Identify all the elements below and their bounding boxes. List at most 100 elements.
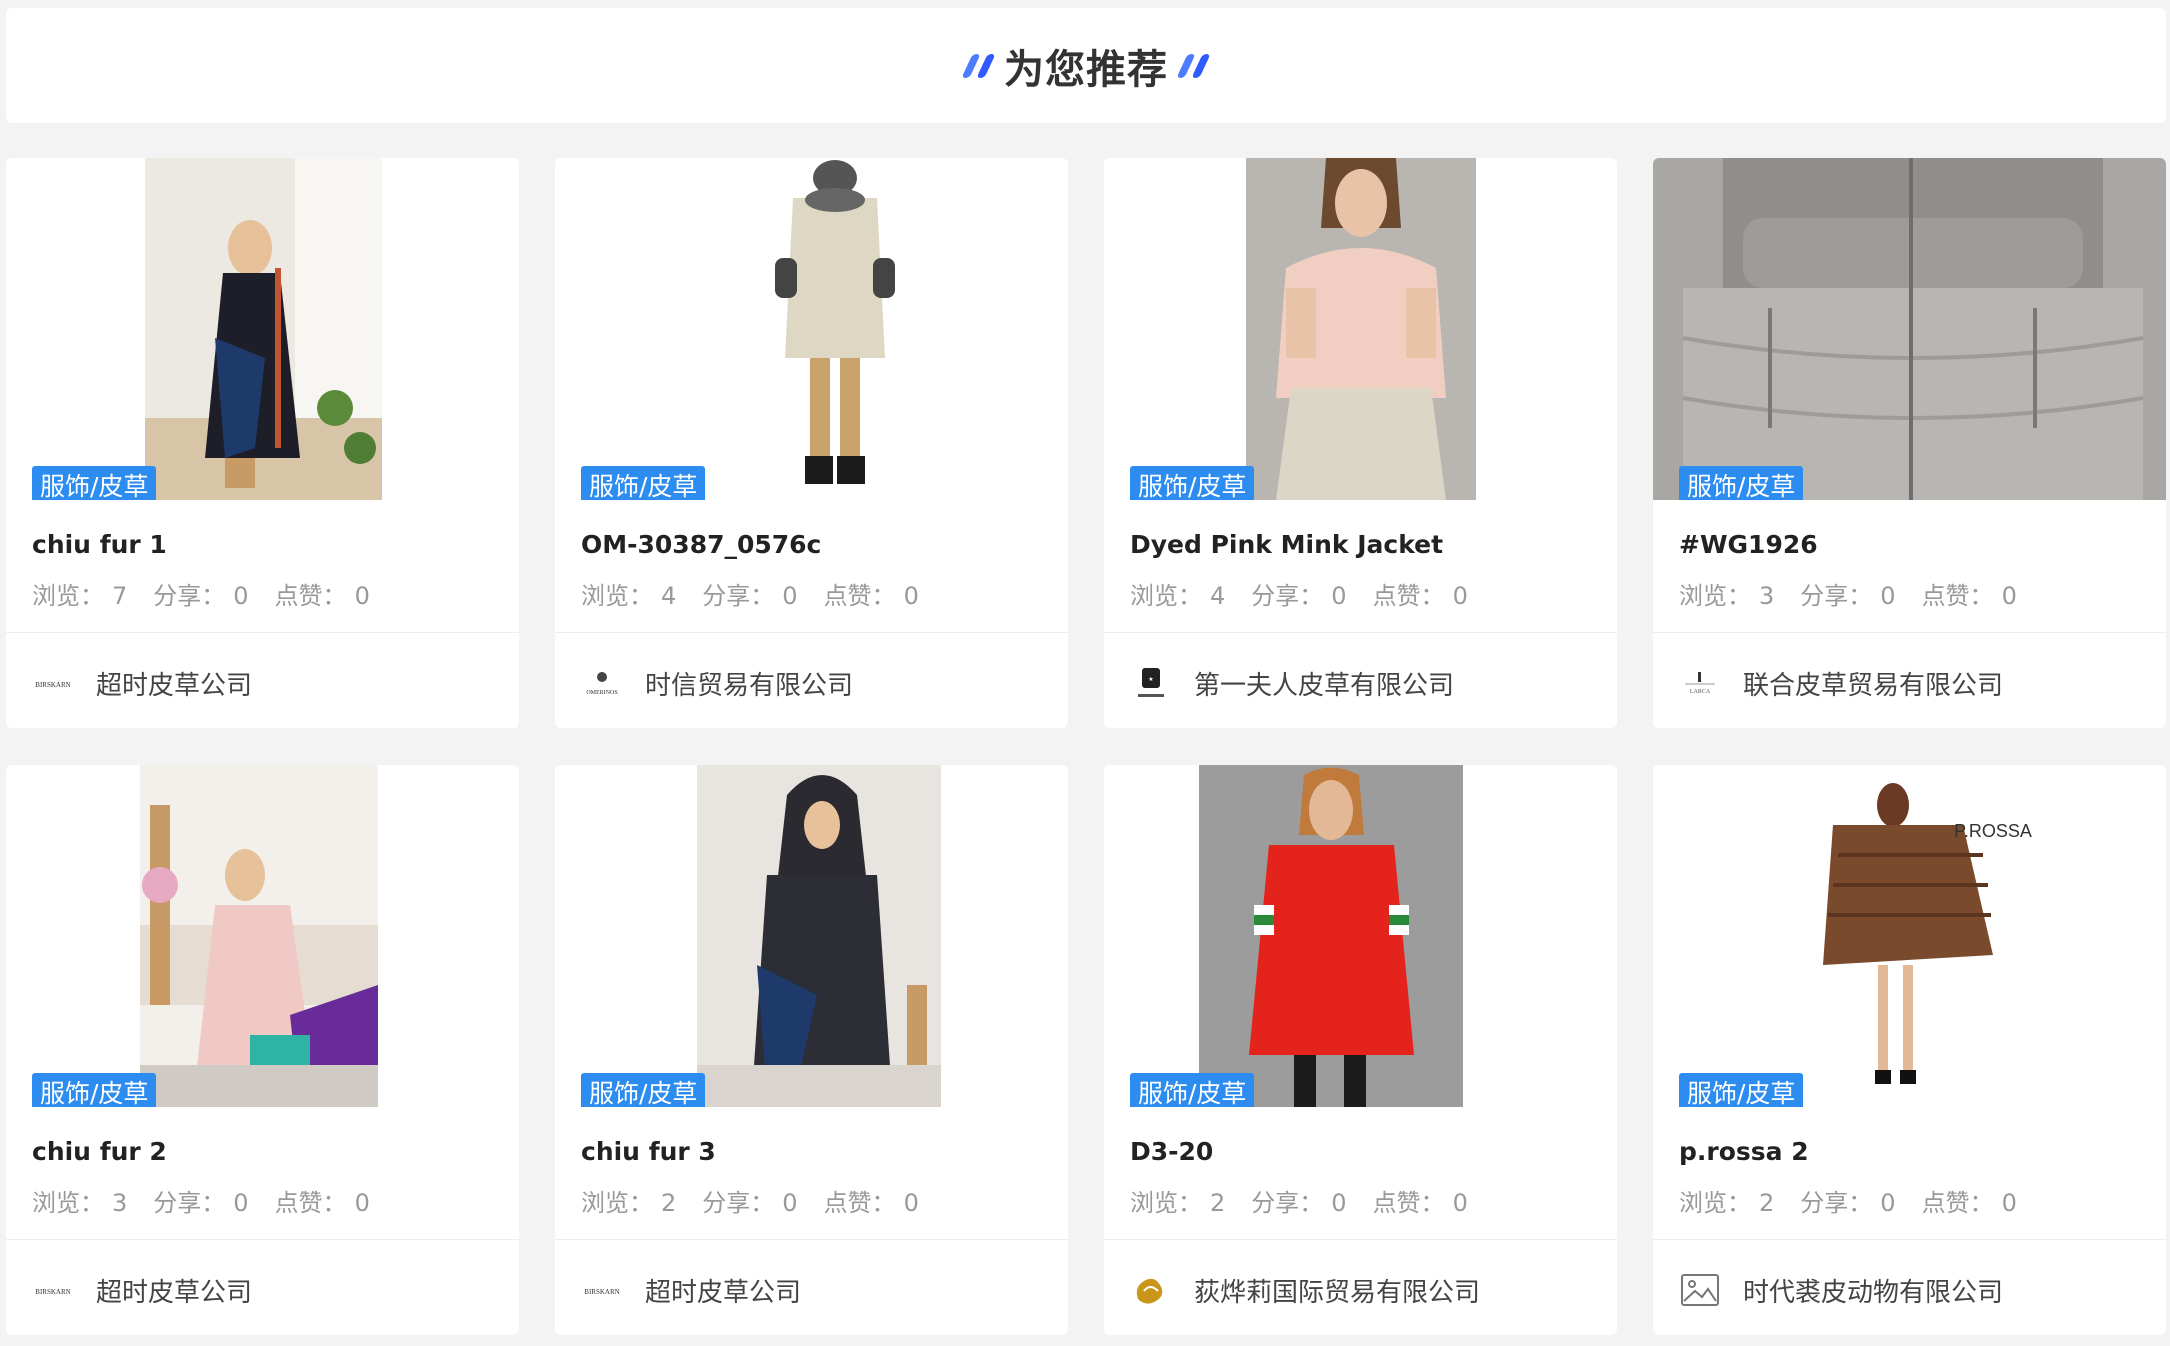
- product-title[interactable]: chiu fur 3: [581, 1137, 716, 1166]
- shares-label: 分享：: [153, 1189, 226, 1217]
- product-image[interactable]: 服饰/皮草: [555, 158, 1068, 500]
- product-grid: 服饰/皮草 chiu fur 1 浏览： 7 分享： 0 点赞： 0 BIRSKARN…: [6, 158, 2166, 1335]
- views-label: 浏览：: [1130, 582, 1202, 610]
- product-image[interactable]: P.ROSSA 服饰/皮草: [1653, 765, 2166, 1107]
- company-link[interactable]: 荻烨莉国际贸易有限公司: [1130, 1269, 1480, 1311]
- views-count: 2: [661, 1189, 677, 1217]
- company-link[interactable]: OMERINOS 时信贸易有限公司: [581, 662, 853, 704]
- category-tag[interactable]: 服饰/皮草: [1130, 1073, 1255, 1107]
- product-card[interactable]: P.ROSSA 服饰/皮草 p.rossa 2 浏览： 2 分享： 0 点赞： 0 时…: [1653, 765, 2166, 1335]
- likes-label: 点赞：: [823, 582, 896, 610]
- divider: [1104, 1239, 1617, 1240]
- product-title[interactable]: chiu fur 2: [32, 1137, 167, 1166]
- views-label: 浏览：: [32, 582, 104, 610]
- company-link[interactable]: ★ 第一夫人皮草有限公司: [1130, 662, 1454, 704]
- likes-count: 0: [1452, 582, 1468, 610]
- product-card[interactable]: 服饰/皮草 #WG1926 浏览： 3 分享： 0 点赞： 0 LARCA 联合皮草贸…: [1653, 158, 2166, 728]
- views-label: 浏览：: [32, 1189, 104, 1217]
- shares-label: 分享：: [1800, 1189, 1873, 1217]
- shares-count: 0: [1331, 1189, 1347, 1217]
- views-label: 浏览：: [581, 582, 653, 610]
- product-stats: 浏览： 4 分享： 0 点赞： 0: [1130, 576, 1468, 611]
- divider: [555, 1239, 1068, 1240]
- product-title[interactable]: D3-20: [1130, 1137, 1213, 1166]
- company-name[interactable]: 荻烨莉国际贸易有限公司: [1194, 1272, 1480, 1309]
- product-photo: [697, 765, 941, 1107]
- company-name[interactable]: 时代裘皮动物有限公司: [1743, 1272, 2003, 1309]
- company-link[interactable]: LARCA 联合皮草贸易有限公司: [1679, 662, 2003, 704]
- divider: [555, 632, 1068, 633]
- product-image[interactable]: 服饰/皮草: [1104, 158, 1617, 500]
- product-card[interactable]: 服饰/皮草 Dyed Pink Mink Jacket 浏览： 4 分享： 0 点赞…: [1104, 158, 1617, 728]
- product-card[interactable]: 服饰/皮草 OM-30387_0576c 浏览： 4 分享： 0 点赞： 0 OMER…: [555, 158, 1068, 728]
- likes-label: 点赞：: [1372, 1189, 1445, 1217]
- likes-count: 0: [2001, 582, 2017, 610]
- product-stats: 浏览： 4 分享： 0 点赞： 0: [581, 576, 919, 611]
- views-count: 3: [112, 1189, 128, 1217]
- product-image[interactable]: 服饰/皮草: [6, 158, 519, 500]
- category-tag[interactable]: 服饰/皮草: [1679, 1073, 1804, 1107]
- likes-label: 点赞：: [274, 582, 347, 610]
- product-card[interactable]: 服饰/皮草 chiu fur 2 浏览： 3 分享： 0 点赞： 0 BIRSKARN…: [6, 765, 519, 1335]
- product-stats: 浏览： 7 分享： 0 点赞： 0: [32, 576, 370, 611]
- company-link[interactable]: BIRSKARN 超时皮草公司: [32, 662, 252, 704]
- category-tag[interactable]: 服饰/皮草: [581, 1073, 706, 1107]
- divider: [6, 1239, 519, 1240]
- divider: [1653, 632, 2166, 633]
- product-title[interactable]: chiu fur 1: [32, 530, 167, 559]
- views-label: 浏览：: [1679, 582, 1751, 610]
- likes-count: 0: [1452, 1189, 1468, 1217]
- likes-count: 0: [903, 582, 919, 610]
- product-title[interactable]: OM-30387_0576c: [581, 530, 821, 559]
- product-title[interactable]: Dyed Pink Mink Jacket: [1130, 530, 1443, 559]
- likes-count: 0: [2001, 1189, 2017, 1217]
- views-count: 4: [1210, 582, 1226, 610]
- shares-count: 0: [233, 1189, 249, 1217]
- svg-text:BIRSKARN: BIRSKARN: [35, 681, 70, 689]
- product-image[interactable]: 服饰/皮草: [555, 765, 1068, 1107]
- views-count: 2: [1210, 1189, 1226, 1217]
- company-link[interactable]: BIRSKARN 超时皮草公司: [32, 1269, 252, 1311]
- likes-label: 点赞：: [823, 1189, 896, 1217]
- likes-count: 0: [354, 582, 370, 610]
- shares-label: 分享：: [1251, 1189, 1324, 1217]
- shares-count: 0: [233, 582, 249, 610]
- company-name[interactable]: 超时皮草公司: [96, 1272, 252, 1309]
- svg-text:BIRSKARN: BIRSKARN: [35, 1288, 70, 1296]
- product-image[interactable]: 服饰/皮草: [1653, 158, 2166, 500]
- category-tag[interactable]: 服饰/皮草: [1130, 466, 1255, 500]
- likes-label: 点赞：: [1372, 582, 1445, 610]
- product-card[interactable]: 服饰/皮草 chiu fur 3 浏览： 2 分享： 0 点赞： 0 BIRSKARN…: [555, 765, 1068, 1335]
- product-stats: 浏览： 3 分享： 0 点赞： 0: [32, 1183, 370, 1218]
- category-tag[interactable]: 服饰/皮草: [1679, 466, 1804, 500]
- brand-watermark: P.ROSSA: [1954, 821, 2032, 841]
- product-title[interactable]: p.rossa 2: [1679, 1137, 1809, 1166]
- company-logo: BIRSKARN: [32, 662, 74, 704]
- product-title[interactable]: #WG1926: [1679, 530, 1818, 559]
- shares-count: 0: [782, 1189, 798, 1217]
- company-name[interactable]: 时信贸易有限公司: [645, 665, 853, 702]
- shares-label: 分享：: [702, 1189, 775, 1217]
- likes-label: 点赞：: [1921, 1189, 1994, 1217]
- product-photo: P.ROSSA: [1793, 765, 2043, 1107]
- recommend-header: 为您推荐: [6, 8, 2166, 123]
- company-name[interactable]: 超时皮草公司: [645, 1272, 801, 1309]
- product-photo: [145, 158, 382, 500]
- company-link[interactable]: 时代裘皮动物有限公司: [1679, 1269, 2003, 1311]
- company-name[interactable]: 超时皮草公司: [96, 665, 252, 702]
- category-tag[interactable]: 服饰/皮草: [581, 466, 706, 500]
- svg-text:★: ★: [1148, 676, 1153, 683]
- company-link[interactable]: BIRSKARN 超时皮草公司: [581, 1269, 801, 1311]
- company-name[interactable]: 第一夫人皮草有限公司: [1194, 665, 1454, 702]
- category-tag[interactable]: 服饰/皮草: [32, 1073, 157, 1107]
- company-name[interactable]: 联合皮草贸易有限公司: [1743, 665, 2003, 702]
- product-image[interactable]: 服饰/皮草: [1104, 765, 1617, 1107]
- shares-count: 0: [1880, 582, 1896, 610]
- product-image[interactable]: 服饰/皮草: [6, 765, 519, 1107]
- category-tag[interactable]: 服饰/皮草: [32, 466, 157, 500]
- shares-count: 0: [1880, 1189, 1896, 1217]
- product-card[interactable]: 服饰/皮草 chiu fur 1 浏览： 7 分享： 0 点赞： 0 BIRSKARN…: [6, 158, 519, 728]
- company-logo: OMERINOS: [581, 662, 623, 704]
- views-count: 3: [1759, 582, 1775, 610]
- product-card[interactable]: 服饰/皮草 D3-20 浏览： 2 分享： 0 点赞： 0 荻烨莉国际贸易有限公司: [1104, 765, 1617, 1335]
